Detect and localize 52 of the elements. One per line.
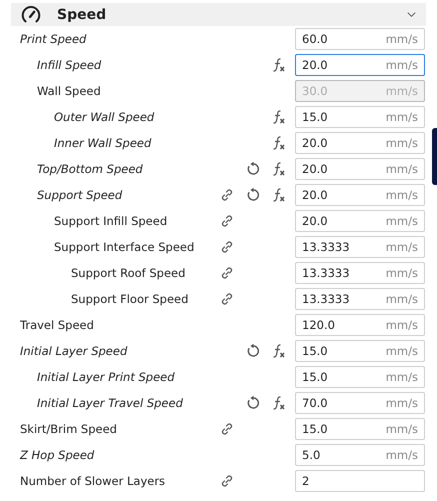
input-field[interactable]: 13.3333 mm/s (295, 262, 425, 284)
link-icon[interactable] (219, 239, 235, 255)
reset-icon[interactable] (245, 161, 261, 177)
setting-label: Support Interface Speed (53, 240, 196, 254)
input-field[interactable]: 13.3333 mm/s (295, 288, 425, 310)
function-icon[interactable] (271, 57, 287, 73)
function-icon[interactable] (271, 395, 287, 411)
input-field[interactable]: 20.0 mm/s (295, 184, 425, 206)
setting-label: Skirt/Brim Speed (20, 422, 118, 436)
setting-label: Support Floor Speed (70, 292, 190, 306)
function-icon[interactable] (271, 161, 287, 177)
setting-label: Initial Layer Travel Speed (36, 396, 184, 410)
setting-label: Support Infill Speed (53, 214, 168, 228)
input-field[interactable]: 70.0 mm/s (295, 392, 425, 414)
input-field[interactable]: 15.0 mm/s (295, 418, 425, 440)
setting-label: Inner Wall Speed (53, 136, 152, 150)
input-field[interactable]: 15.0 mm/s (295, 340, 425, 362)
function-icon[interactable] (271, 343, 287, 359)
input-field[interactable]: 60.0 mm/s (295, 28, 425, 50)
setting-label: Travel Speed (20, 318, 95, 332)
input-field[interactable]: 13.3333 mm/s (295, 236, 425, 258)
setting-label: Infill Speed (36, 58, 102, 72)
link-icon[interactable] (219, 213, 235, 229)
reset-icon[interactable] (245, 395, 261, 411)
reset-icon[interactable] (245, 343, 261, 359)
input-field[interactable]: 5.0 mm/s (295, 444, 425, 466)
link-icon[interactable] (219, 187, 235, 203)
reset-icon[interactable] (245, 187, 261, 203)
section-title: Speed (57, 6, 108, 22)
link-icon[interactable] (219, 291, 235, 307)
section-header[interactable]: Speed (11, 3, 426, 26)
setting-label: Outer Wall Speed (53, 110, 156, 124)
setting-label: Number of Slower Layers (20, 474, 166, 488)
input-field[interactable]: 120.0 mm/s (295, 314, 425, 336)
setting-label: Wall Speed (36, 84, 102, 98)
link-icon[interactable] (219, 421, 235, 437)
setting-label: Support Roof Speed (70, 266, 186, 280)
input-field[interactable]: 20.0 mm/s (295, 158, 425, 180)
setting-label: Top/Bottom Speed (36, 162, 144, 176)
gauge-icon (20, 4, 42, 26)
function-icon[interactable] (271, 187, 287, 203)
link-icon[interactable] (219, 265, 235, 281)
setting-label: Z Hop Speed (20, 448, 96, 462)
link-icon[interactable] (219, 473, 235, 489)
setting-label: Initial Layer Speed (20, 344, 128, 358)
input-field[interactable]: 20.0 mm/s (295, 210, 425, 232)
setting-label: Support Speed (36, 188, 124, 202)
setting-label: Print Speed (20, 32, 88, 46)
input-field[interactable]: 20.0 mm/s (295, 54, 425, 76)
input-field[interactable]: 15.0 mm/s (295, 366, 425, 388)
setting-label: Initial Layer Print Speed (36, 370, 176, 384)
input-field[interactable]: 2 (295, 470, 425, 492)
